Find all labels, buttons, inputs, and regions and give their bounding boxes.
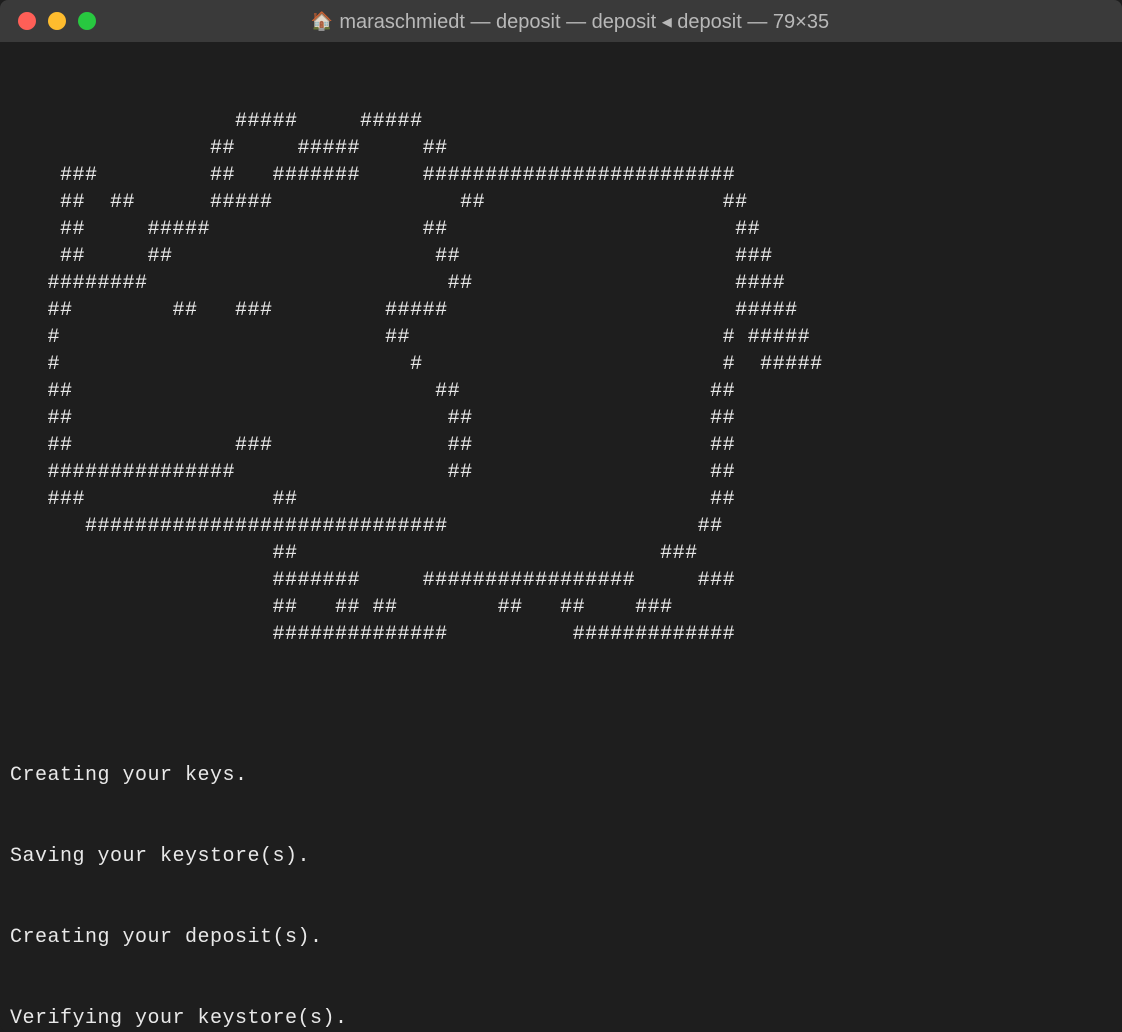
window-title: 🏠 maraschmiedt — deposit — deposit ◂ dep… (36, 9, 1104, 34)
home-icon: 🏠 (311, 11, 333, 32)
status-line: Verifying your keystore(s). (10, 1005, 1112, 1032)
terminal-content[interactable]: ##### ##### ## ##### ## ### ## ####### #… (0, 42, 1122, 1032)
terminal-window: 🏠 maraschmiedt — deposit — deposit ◂ dep… (0, 0, 1122, 1032)
status-line: Creating your keys. (10, 762, 1112, 789)
status-output: Creating your keys. Saving your keystore… (10, 708, 1112, 1032)
titlebar: 🏠 maraschmiedt — deposit — deposit ◂ dep… (0, 0, 1122, 42)
ascii-art: ##### ##### ## ##### ## ### ## ####### #… (10, 108, 1112, 648)
window-title-text: maraschmiedt — deposit — deposit ◂ depos… (339, 9, 829, 34)
status-line: Creating your deposit(s). (10, 924, 1112, 951)
status-line: Saving your keystore(s). (10, 843, 1112, 870)
close-button[interactable] (18, 12, 36, 30)
